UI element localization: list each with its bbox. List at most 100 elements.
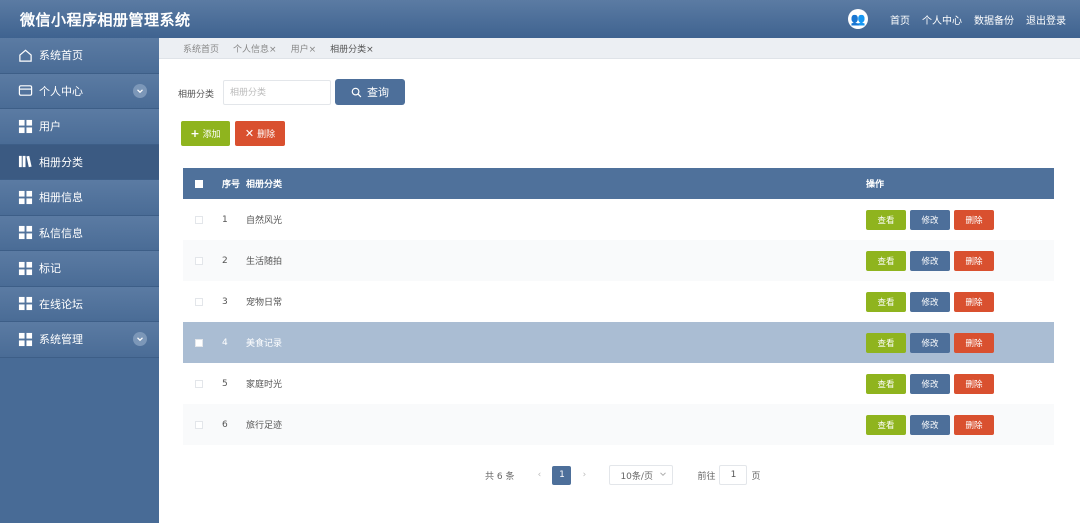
delete-button[interactable]: 删除 — [954, 332, 994, 353]
sidebar-item-label: 系统管理 — [39, 333, 83, 347]
tab-home[interactable]: 系统首页 — [183, 42, 219, 55]
grid-icon — [17, 331, 33, 347]
add-button-label: 添加 — [202, 130, 221, 140]
row-checkbox[interactable] — [195, 420, 203, 429]
grid-icon — [17, 225, 33, 241]
edit-button[interactable]: 修改 — [910, 209, 950, 230]
sidebar-item-label: 相册分类 — [39, 155, 83, 169]
edit-button[interactable]: 修改 — [910, 332, 950, 353]
search-button[interactable]: 查询 — [335, 79, 405, 105]
table-header: 序号 相册分类 操作 — [183, 168, 1054, 199]
delete-button[interactable]: 删除 — [954, 291, 994, 312]
header-link-profile[interactable]: 个人中心 — [922, 12, 962, 27]
row-index: 3 — [222, 296, 228, 307]
bulk-delete-button[interactable]: ✕ 删除 — [235, 121, 285, 146]
header-link-home[interactable]: 首页 — [890, 12, 910, 27]
table-row-highlighted: 4 美食记录 查看 修改 删除 — [183, 322, 1054, 363]
row-name: 家庭时光 — [246, 380, 283, 390]
row-index: 5 — [222, 378, 228, 389]
view-button[interactable]: 查看 — [866, 209, 906, 230]
select-all-checkbox[interactable] — [195, 179, 203, 188]
row-name: 生活随拍 — [246, 257, 283, 267]
row-name: 自然风光 — [246, 216, 283, 226]
sidebar-item-marks[interactable]: 标记 — [0, 251, 159, 287]
sidebar-item-users[interactable]: 用户 — [0, 109, 159, 145]
sidebar-item-album-info[interactable]: 相册信息 — [0, 180, 159, 216]
search-label: 相册分类 — [178, 90, 215, 100]
row-index: 4 — [222, 337, 228, 348]
page-size-select[interactable]: 10条/页 — [609, 465, 674, 485]
edit-button[interactable]: 修改 — [910, 291, 950, 312]
edit-button[interactable]: 修改 — [910, 373, 950, 394]
view-button[interactable]: 查看 — [866, 332, 906, 353]
page-size-value: 10条/页 — [620, 471, 653, 482]
avatar[interactable]: 👥 — [848, 9, 868, 29]
edit-button[interactable]: 修改 — [910, 414, 950, 435]
row-checkbox[interactable] — [195, 338, 203, 347]
search-icon — [351, 87, 362, 97]
sidebar-item-home[interactable]: 系统首页 — [0, 38, 159, 74]
sidebar-item-profile[interactable]: 个人中心 — [0, 73, 159, 109]
tab-album-category[interactable]: 相册分类× — [330, 42, 374, 55]
row-checkbox[interactable] — [195, 379, 203, 388]
pagination: 共 6 条 ‹ 1 › 10条/页 前往 页 — [485, 465, 760, 485]
sidebar-item-system[interactable]: 系统管理 — [0, 322, 159, 358]
sidebar-item-label: 用户 — [39, 120, 61, 134]
row-index: 6 — [222, 419, 228, 430]
delete-button[interactable]: 删除 — [954, 209, 994, 230]
main-content: 相册分类 查询 + 添加 ✕ 删除 序号 相册分类 操作 1 自然风光 查看 修… — [159, 60, 1080, 523]
bulk-delete-button-label: 删除 — [257, 130, 276, 140]
table-row: 3 宠物日常 查看 修改 删除 — [183, 281, 1054, 322]
sidebar-item-label: 个人中心 — [39, 84, 83, 98]
header-index: 序号 — [222, 180, 241, 190]
page-number-current[interactable]: 1 — [552, 465, 572, 485]
view-button[interactable]: 查看 — [866, 414, 906, 435]
grid-icon — [17, 260, 33, 276]
tab-strip: 系统首页 个人信息× 用户× 相册分类× — [159, 38, 1080, 59]
book-icon — [17, 154, 33, 170]
table-row: 5 家庭时光 查看 修改 删除 — [183, 363, 1054, 404]
sidebar-item-messages[interactable]: 私信信息 — [0, 215, 159, 251]
row-index: 1 — [222, 214, 228, 225]
row-name: 美食记录 — [246, 339, 283, 349]
goto-page-input[interactable] — [719, 465, 748, 485]
header-nav: 👥 首页 个人中心 数据备份 退出登录 — [848, 0, 1066, 38]
chevron-down-icon[interactable] — [133, 83, 147, 98]
add-button[interactable]: + 添加 — [181, 121, 230, 146]
grid-icon — [17, 189, 33, 205]
delete-button[interactable]: 删除 — [954, 250, 994, 271]
row-checkbox[interactable] — [195, 215, 203, 224]
prev-page-icon[interactable]: ‹ — [532, 470, 546, 480]
tab-users[interactable]: 用户× — [291, 42, 317, 55]
header-link-backup[interactable]: 数据备份 — [974, 12, 1014, 27]
sidebar-item-forum[interactable]: 在线论坛 — [0, 286, 159, 322]
delete-button[interactable]: 删除 — [954, 414, 994, 435]
sidebar: 系统首页 个人中心 用户 相册分类 相册信息 私信信息 标记 在线论坛 系统管理 — [0, 38, 159, 523]
edit-button[interactable]: 修改 — [910, 250, 950, 271]
search-input[interactable] — [223, 80, 331, 105]
card-icon — [17, 83, 33, 99]
sidebar-item-label: 在线论坛 — [39, 297, 83, 311]
chevron-down-icon[interactable] — [133, 332, 147, 347]
pagination-total: 共 6 条 — [485, 471, 515, 482]
table-row: 2 生活随拍 查看 修改 删除 — [183, 240, 1054, 281]
sidebar-item-label: 标记 — [39, 262, 61, 276]
next-page-icon[interactable]: › — [577, 470, 591, 480]
goto-suffix: 页 — [751, 471, 761, 482]
row-checkbox[interactable] — [195, 256, 203, 265]
row-checkbox[interactable] — [195, 297, 203, 306]
home-icon — [17, 47, 33, 63]
header-ops: 操作 — [866, 180, 885, 190]
app-title: 微信小程序相册管理系统 — [20, 10, 191, 29]
sidebar-item-album-category[interactable]: 相册分类 — [0, 144, 159, 180]
view-button[interactable]: 查看 — [866, 373, 906, 394]
goto-prefix: 前往 — [697, 471, 716, 482]
view-button[interactable]: 查看 — [866, 250, 906, 271]
tab-profile[interactable]: 个人信息× — [233, 42, 277, 55]
header-link-logout[interactable]: 退出登录 — [1026, 12, 1066, 27]
delete-button[interactable]: 删除 — [954, 373, 994, 394]
sidebar-item-label: 相册信息 — [39, 191, 83, 205]
row-name: 宠物日常 — [246, 298, 283, 308]
view-button[interactable]: 查看 — [866, 291, 906, 312]
album-category-table: 序号 相册分类 操作 1 自然风光 查看 修改 删除 2 生活随拍 查看 修改 … — [183, 168, 1054, 445]
